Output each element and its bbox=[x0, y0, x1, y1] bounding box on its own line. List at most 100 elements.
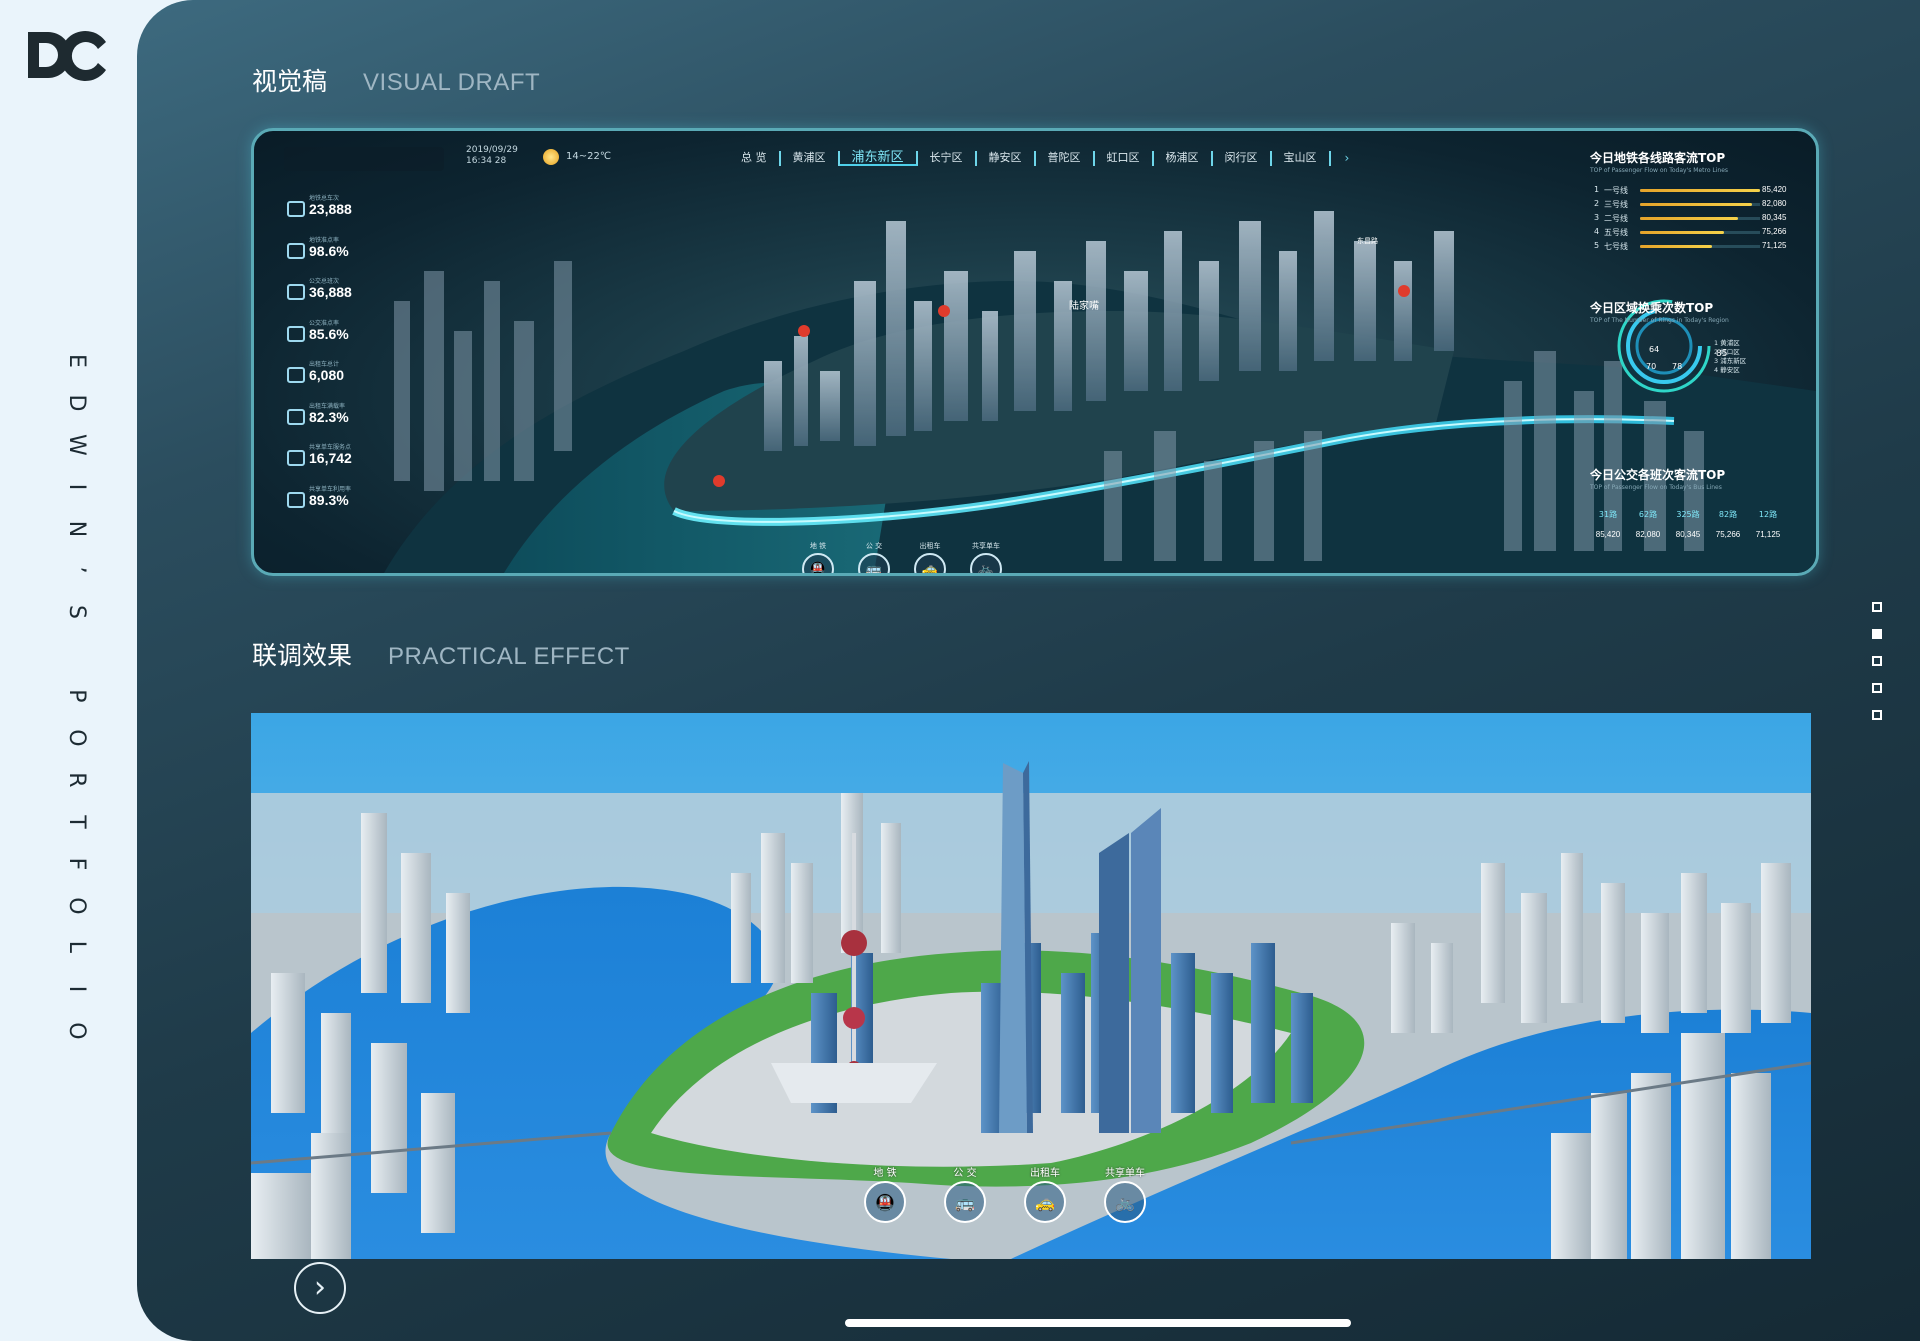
transport-mode-button[interactable]: 出租车 🚕 bbox=[912, 541, 948, 573]
metro-value: 80,345 bbox=[1762, 213, 1787, 222]
metro-row: 2 三号线 82,080 bbox=[1590, 198, 1790, 212]
metro-bar bbox=[1640, 245, 1712, 248]
tabs-next-icon[interactable]: › bbox=[1331, 151, 1350, 166]
portfolio-letter: O bbox=[63, 1022, 89, 1040]
tab-district[interactable]: 宝山区 bbox=[1272, 151, 1331, 166]
page-dot-3[interactable] bbox=[1872, 656, 1882, 666]
portfolio-letter: N bbox=[63, 520, 89, 537]
region-list-item: 1 黄浦区 bbox=[1714, 339, 1740, 347]
kpi-value: 89.3% bbox=[309, 491, 349, 508]
tab-district[interactable]: 长宁区 bbox=[918, 151, 977, 166]
transport-mode-button[interactable]: 共享单车 🚲 bbox=[1101, 1164, 1149, 1223]
metro-row: 5 七号线 71,125 bbox=[1590, 240, 1790, 254]
map-label-lujiazui: 陆家嘴 bbox=[1069, 299, 1099, 312]
date-text: 2019/09/29 bbox=[466, 145, 518, 155]
bus-route: 325路 80,345 bbox=[1670, 509, 1706, 539]
kpi-value: 98.6% bbox=[309, 242, 349, 259]
section-title-cn: 联调效果 bbox=[252, 641, 353, 670]
metro-value: 85,420 bbox=[1762, 185, 1787, 194]
tab-district[interactable]: 虹口区 bbox=[1095, 151, 1154, 166]
visual-draft-dashboard: 64 70 78 85 陆家嘴 东昌路 2019/09/29 16:34 28 … bbox=[251, 128, 1819, 576]
metro-rank: 3 bbox=[1594, 213, 1600, 222]
page-dot-2[interactable] bbox=[1872, 629, 1882, 639]
metro-value: 71,125 bbox=[1762, 241, 1787, 250]
taxi-mode-icon[interactable]: 🚕 bbox=[1024, 1181, 1066, 1223]
bus-route-value: 80,345 bbox=[1675, 530, 1701, 539]
bus-route: 31路 85,420 bbox=[1590, 509, 1626, 539]
portfolio-letter: I bbox=[63, 483, 89, 490]
bus-route-value: 75,266 bbox=[1715, 530, 1741, 539]
tab-district[interactable]: 黄浦区 bbox=[781, 151, 840, 166]
bus-icon bbox=[287, 284, 305, 300]
metro-rows: 1 一号线 85,420 2 三号线 82,080 3 二号线 80,345 4 五号线 75,266… bbox=[1590, 184, 1790, 254]
bike-point-icon bbox=[287, 450, 305, 466]
section-title-cn: 视觉稿 bbox=[252, 67, 328, 96]
transport-mode-button[interactable]: 共享单车 🚲 bbox=[968, 541, 1004, 573]
metro-line-name: 二号线 bbox=[1604, 214, 1628, 223]
metro-bar bbox=[1640, 203, 1752, 206]
transport-mode-button[interactable]: 公 交 🚌 bbox=[941, 1164, 989, 1223]
bus-route-name: 62路 bbox=[1638, 510, 1658, 519]
bus-mode-icon[interactable]: 🚌 bbox=[858, 553, 890, 573]
practical-effect-render: 地 铁 🚇 公 交 🚌 出租车 🚕 共享单车 🚲 bbox=[251, 713, 1811, 1259]
region-list-item: 3 浦东新区 bbox=[1714, 357, 1747, 365]
portfolio-letter: W bbox=[63, 433, 89, 456]
metro-row: 1 一号线 85,420 bbox=[1590, 184, 1790, 198]
tab-district[interactable]: 闵行区 bbox=[1213, 151, 1272, 166]
region-panel-subtitle: TOP of The Number of Rings in Today's Re… bbox=[1590, 317, 1729, 324]
metro-value: 82,080 bbox=[1762, 199, 1787, 208]
temperature-text: 14~22℃ bbox=[566, 151, 612, 162]
region-gauge-value-2: 70 bbox=[1646, 362, 1656, 371]
tab-district[interactable]: 浦东新区 bbox=[839, 151, 918, 166]
metro-bar bbox=[1640, 189, 1760, 192]
region-top-panel: 今日区域换乘次数TOP TOP of The Number of Rings i… bbox=[1590, 299, 1790, 324]
metro-value: 75,266 bbox=[1762, 227, 1787, 236]
tab-district[interactable]: 普陀区 bbox=[1036, 151, 1095, 166]
time-text: 16:34 28 bbox=[466, 156, 507, 166]
taxi-mode-icon[interactable]: 🚕 bbox=[914, 553, 946, 573]
transport-mode-label: 出租车 bbox=[919, 542, 941, 550]
dashboard-topbar: 2019/09/29 16:34 28 14~22℃ 总 览黄浦区 浦东新区 长宁区… bbox=[254, 145, 1816, 175]
home-indicator bbox=[845, 1319, 1351, 1327]
bus-route-name: 325路 bbox=[1676, 510, 1700, 519]
bike-mode-icon[interactable]: 🚲 bbox=[970, 553, 1002, 573]
transport-mode-label: 地 铁 bbox=[873, 1168, 897, 1179]
bus-route: 82路 75,266 bbox=[1710, 509, 1746, 539]
bus-panel-title: 今日公交各班次客流TOP bbox=[1590, 468, 1726, 482]
kpi-value: 82.3% bbox=[309, 408, 349, 425]
portfolio-letter: R bbox=[63, 772, 89, 788]
transport-mode-label: 地 铁 bbox=[809, 542, 827, 550]
portfolio-letter: D bbox=[63, 394, 89, 412]
tab-district[interactable]: 总 览 bbox=[729, 151, 781, 166]
tab-district[interactable]: 静安区 bbox=[977, 151, 1036, 166]
page-dot-1[interactable] bbox=[1872, 602, 1882, 612]
metro-rank: 2 bbox=[1594, 199, 1600, 208]
region-panel-title: 今日区域换乘次数TOP bbox=[1590, 301, 1714, 315]
render-transport-modes: 地 铁 🚇 公 交 🚌 出租车 🚕 共享单车 🚲 bbox=[861, 1164, 1149, 1223]
sidebar: E D W I N ’ S P O R T F O L I O bbox=[0, 0, 160, 1341]
metro-row: 3 二号线 80,345 bbox=[1590, 212, 1790, 226]
bus-mode-icon[interactable]: 🚌 bbox=[944, 1181, 986, 1223]
bike-mode-icon[interactable]: 🚲 bbox=[1104, 1181, 1146, 1223]
logo-icon[interactable] bbox=[26, 28, 108, 82]
kpi-value: 16,742 bbox=[309, 450, 352, 466]
page-dot-4[interactable] bbox=[1872, 683, 1882, 693]
metro-icon bbox=[287, 201, 305, 217]
transport-mode-button[interactable]: 地 铁 🚇 bbox=[861, 1164, 909, 1223]
page-dot-5[interactable] bbox=[1872, 710, 1882, 720]
transport-mode-button[interactable]: 地 铁 🚇 bbox=[800, 541, 836, 573]
tab-district[interactable]: 杨浦区 bbox=[1154, 151, 1213, 166]
section-heading-visual: 视觉稿 VISUAL DRAFT bbox=[252, 62, 540, 98]
bus-panel-subtitle: TOP of Passenger Flow on Today's Bus Lin… bbox=[1590, 484, 1722, 491]
bus-route: 12路 71,125 bbox=[1750, 509, 1786, 539]
page-indicator bbox=[1872, 602, 1882, 737]
kpi-value: 36,888 bbox=[309, 284, 352, 300]
next-arrow-button[interactable]: › bbox=[294, 1262, 346, 1314]
portfolio-letter: E bbox=[63, 353, 89, 368]
metro-mode-icon[interactable]: 🚇 bbox=[864, 1181, 906, 1223]
portfolio-letter: S bbox=[63, 605, 89, 620]
metro-mode-icon[interactable]: 🚇 bbox=[802, 553, 834, 573]
transport-mode-button[interactable]: 出租车 🚕 bbox=[1021, 1164, 1069, 1223]
kpi-value: 23,888 bbox=[309, 201, 352, 217]
transport-mode-button[interactable]: 公 交 🚌 bbox=[856, 541, 892, 573]
